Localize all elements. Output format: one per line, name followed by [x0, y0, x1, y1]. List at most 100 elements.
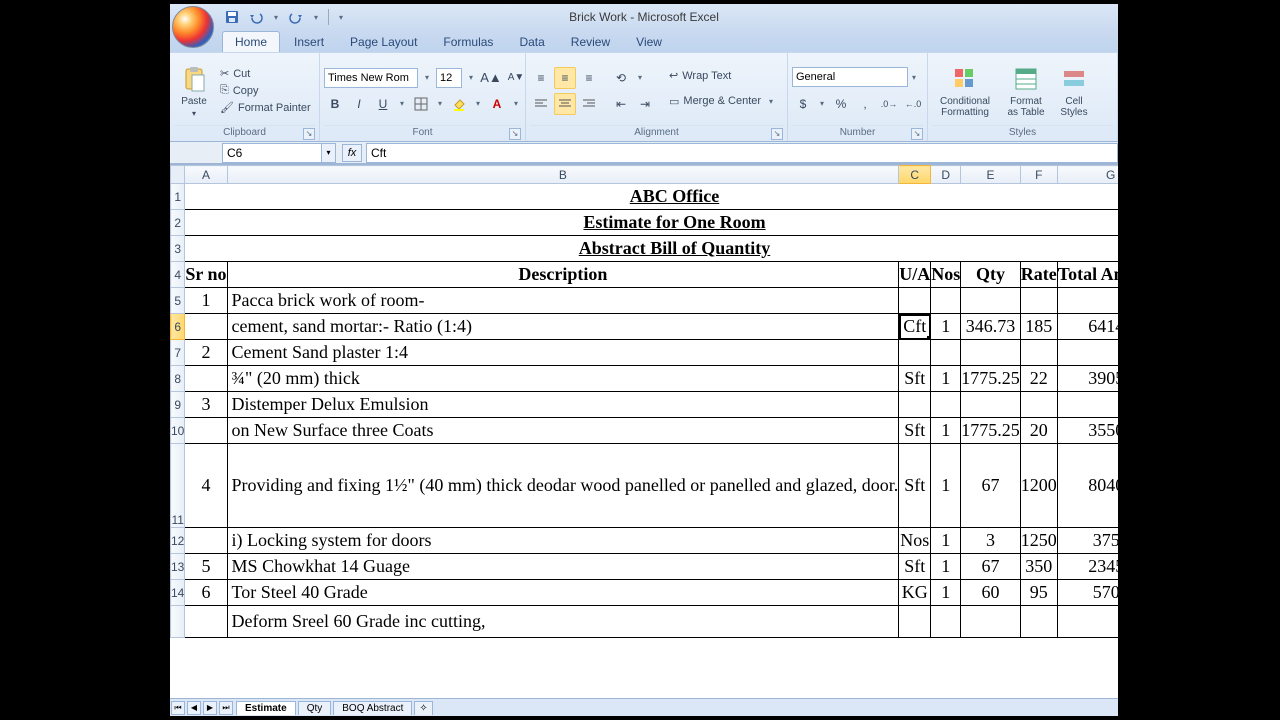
cell[interactable]: Sft: [899, 554, 931, 580]
sheet-tab[interactable]: Estimate: [236, 701, 296, 715]
row-header[interactable]: 4: [171, 262, 185, 288]
cell[interactable]: 1200: [1020, 444, 1057, 528]
row-header[interactable]: 2: [171, 210, 185, 236]
paste-button[interactable]: Paste ▾: [174, 64, 214, 118]
cell[interactable]: [961, 606, 1021, 638]
cell-styles-button[interactable]: Cell Styles: [1054, 64, 1094, 118]
cell[interactable]: 346.73: [961, 314, 1021, 340]
underline-button[interactable]: U: [372, 93, 394, 115]
cell[interactable]: 1775.25: [961, 418, 1021, 444]
cell[interactable]: [1020, 392, 1057, 418]
cell[interactable]: 1: [931, 554, 961, 580]
cell[interactable]: 3: [185, 392, 227, 418]
row-header[interactable]: 12: [171, 528, 185, 554]
cell[interactable]: [185, 366, 227, 392]
increase-indent[interactable]: ⇥: [634, 93, 656, 115]
cell[interactable]: Description: [227, 262, 899, 288]
name-box-dropdown[interactable]: ▾: [322, 143, 336, 163]
fill-color-button[interactable]: [448, 93, 470, 115]
col-header-F[interactable]: F: [1020, 166, 1057, 184]
cell[interactable]: 3: [961, 528, 1021, 554]
cell[interactable]: [961, 288, 1021, 314]
row-header[interactable]: 6: [171, 314, 185, 340]
format-as-table-button[interactable]: Format as Table: [1000, 64, 1052, 118]
cell[interactable]: Tor Steel 40 Grade: [227, 580, 899, 606]
cell[interactable]: [185, 528, 227, 554]
tab-formulas[interactable]: Formulas: [431, 32, 505, 52]
cell[interactable]: Abstract Bill of Quantity: [185, 236, 1118, 262]
cell[interactable]: 3750: [1057, 528, 1118, 554]
row-header[interactable]: 14: [171, 580, 185, 606]
row-header[interactable]: 1: [171, 184, 185, 210]
formula-bar[interactable]: [366, 143, 1118, 163]
cell[interactable]: 22: [1020, 366, 1057, 392]
cell[interactable]: Pacca brick work of room-: [227, 288, 899, 314]
align-center[interactable]: [554, 93, 576, 115]
cell[interactable]: 20: [1020, 418, 1057, 444]
align-top[interactable]: ≡: [530, 67, 552, 89]
decrease-font-button[interactable]: A▼: [505, 67, 527, 89]
alignment-launcher[interactable]: ↘: [771, 128, 783, 140]
row-header[interactable]: 11: [171, 444, 185, 528]
cell[interactable]: 5: [185, 554, 227, 580]
cell[interactable]: [899, 392, 931, 418]
sheet-nav-prev[interactable]: ◀: [187, 701, 201, 715]
cell[interactable]: 60: [961, 580, 1021, 606]
cell[interactable]: [931, 606, 961, 638]
merge-center-button[interactable]: ▭Merge & Center▾: [666, 88, 780, 114]
qat-undo[interactable]: [246, 7, 266, 27]
undo-dropdown[interactable]: ▾: [270, 6, 282, 28]
cell[interactable]: ¾" (20 mm) thick: [227, 366, 899, 392]
col-header-D[interactable]: D: [931, 166, 961, 184]
cell[interactable]: MS Chowkhat 14 Guage: [227, 554, 899, 580]
font-size-dd[interactable]: ▾: [465, 67, 477, 89]
cell[interactable]: Sft: [899, 444, 931, 528]
sheet-nav-first[interactable]: ⏮: [171, 701, 185, 715]
cell[interactable]: 1250: [1020, 528, 1057, 554]
row-header[interactable]: 7: [171, 340, 185, 366]
increase-decimal[interactable]: .0→: [878, 93, 900, 115]
font-name-combo[interactable]: [324, 68, 418, 88]
tab-insert[interactable]: Insert: [282, 32, 336, 52]
cell[interactable]: [1057, 392, 1118, 418]
fx-button[interactable]: fx: [342, 144, 362, 162]
cell[interactable]: i) Locking system for doors: [227, 528, 899, 554]
align-left[interactable]: [530, 93, 552, 115]
cell[interactable]: Distemper Delux Emulsion: [227, 392, 899, 418]
cell[interactable]: 95: [1020, 580, 1057, 606]
cell[interactable]: Nos: [931, 262, 961, 288]
cell[interactable]: Sft: [899, 366, 931, 392]
row-header[interactable]: 13: [171, 554, 185, 580]
cell[interactable]: 67: [961, 444, 1021, 528]
cell[interactable]: [1020, 288, 1057, 314]
sheet-tab[interactable]: Qty: [298, 701, 332, 715]
number-launcher[interactable]: ↘: [911, 128, 923, 140]
orientation-button[interactable]: ⟲: [610, 67, 632, 89]
sheet-nav-next[interactable]: ▶: [203, 701, 217, 715]
tab-page-layout[interactable]: Page Layout: [338, 32, 429, 52]
font-color-button[interactable]: A: [486, 93, 508, 115]
row-header[interactable]: 8: [171, 366, 185, 392]
cut-button[interactable]: ✂Cut: [218, 66, 313, 81]
cell[interactable]: 1: [931, 528, 961, 554]
cell[interactable]: 1: [931, 444, 961, 528]
align-right[interactable]: [578, 93, 600, 115]
cell[interactable]: [185, 606, 227, 638]
col-header-B[interactable]: B: [227, 166, 899, 184]
cell[interactable]: [931, 340, 961, 366]
align-middle[interactable]: ≡: [554, 67, 576, 89]
cell[interactable]: on New Surface three Coats: [227, 418, 899, 444]
cell[interactable]: [961, 392, 1021, 418]
cell[interactable]: Sft: [899, 418, 931, 444]
cell[interactable]: [931, 392, 961, 418]
font-size-combo[interactable]: [436, 68, 462, 88]
cell[interactable]: 350: [1020, 554, 1057, 580]
cell[interactable]: Rate: [1020, 262, 1057, 288]
name-box[interactable]: [222, 143, 322, 163]
italic-button[interactable]: I: [348, 93, 370, 115]
cell[interactable]: 80400: [1057, 444, 1118, 528]
cell[interactable]: 5700: [1057, 580, 1118, 606]
cell[interactable]: 6: [185, 580, 227, 606]
cell[interactable]: 23450: [1057, 554, 1118, 580]
borders-button[interactable]: [410, 93, 432, 115]
